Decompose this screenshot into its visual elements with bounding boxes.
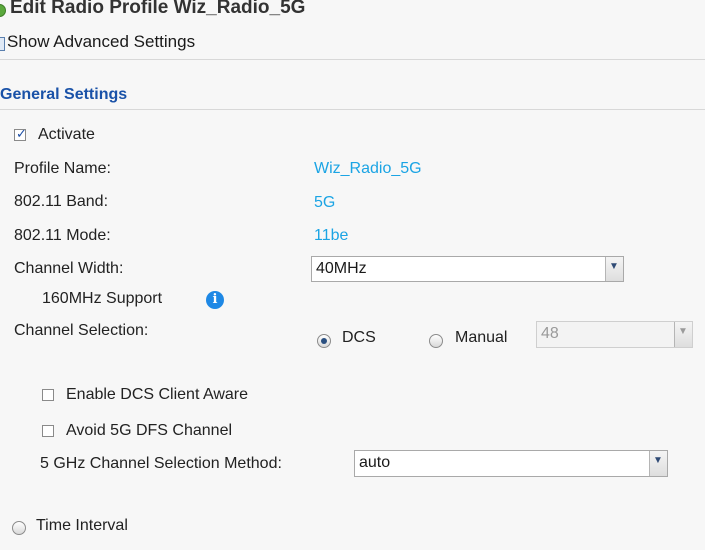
divider [0, 59, 705, 60]
avoid-5g-dfs-checkbox[interactable] [42, 425, 54, 437]
chevron-down-icon: ▼ [678, 326, 688, 337]
section-divider [0, 109, 705, 110]
manual-label: Manual [455, 329, 508, 346]
chevron-down-icon: ▼ [653, 455, 663, 466]
manual-radio[interactable] [429, 334, 443, 348]
manual-channel-select[interactable]: 48 ▼ [536, 321, 693, 348]
avoid-5g-dfs-label: Avoid 5G DFS Channel [66, 422, 233, 439]
profile-name-label: Profile Name: [14, 160, 111, 177]
enable-dcs-client-aware-checkbox[interactable] [42, 389, 54, 401]
channel-selection-label: Channel Selection: [14, 322, 149, 339]
dcs-label: DCS [342, 329, 376, 346]
band-label: 802.11 Band: [14, 193, 109, 210]
chevron-down-icon: ▼ [609, 261, 619, 272]
page-title: Edit Radio Profile Wiz_Radio_5G [10, 0, 306, 18]
info-icon[interactable]: i [206, 291, 224, 309]
profile-name-value: Wiz_Radio_5G [314, 160, 422, 177]
activate-checkbox[interactable] [14, 126, 27, 142]
support-160mhz-label: 160MHz Support [42, 290, 163, 307]
channel-width-label: Channel Width: [14, 260, 124, 277]
mode-label: 802.11 Mode: [14, 227, 111, 244]
section-title-general-settings: General Settings [0, 86, 128, 103]
show-advanced-settings-label: Show Advanced Settings [7, 32, 196, 51]
channel-width-select[interactable]: 40MHz ▼ [311, 256, 624, 282]
enable-dcs-client-aware-label: Enable DCS Client Aware [66, 386, 249, 403]
page-header: Edit Radio Profile Wiz_Radio_5G [0, 0, 705, 24]
mode-value: 11be [314, 227, 349, 244]
time-interval-radio[interactable] [12, 521, 26, 535]
settings-panel-icon [0, 37, 5, 51]
band-value: 5G [314, 194, 336, 211]
profile-status-icon [0, 4, 6, 17]
manual-channel-dropdown-button[interactable]: ▼ [674, 322, 692, 347]
activate-label: Activate [38, 126, 95, 143]
channel-width-dropdown-button[interactable]: ▼ [605, 257, 623, 281]
dcs-radio[interactable] [317, 334, 331, 348]
channel-selection-method-label: 5 GHz Channel Selection Method: [40, 455, 282, 472]
channel-width-selected-value: 40MHz [316, 260, 367, 277]
channel-selection-method-dropdown-button[interactable]: ▼ [649, 451, 667, 476]
time-interval-label: Time Interval [36, 517, 128, 534]
manual-channel-selected-value: 48 [541, 325, 559, 342]
channel-selection-method-selected-value: auto [359, 454, 391, 471]
channel-selection-method-select[interactable]: auto ▼ [354, 450, 668, 477]
